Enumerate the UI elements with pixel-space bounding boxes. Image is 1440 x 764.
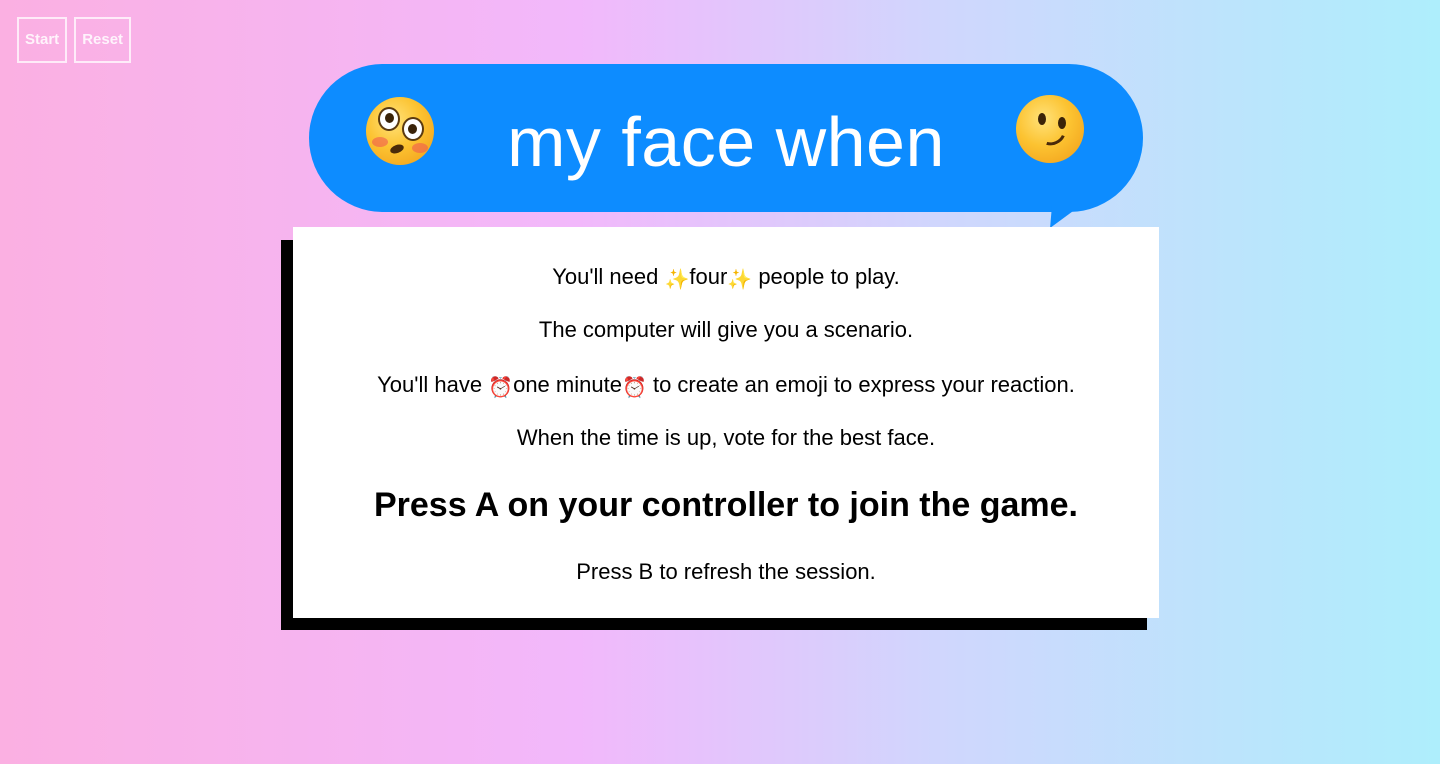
alarm-clock-icon: ⏰ [488, 377, 514, 399]
start-button[interactable]: Start [17, 17, 68, 63]
instruction-highlight: one minute [513, 372, 622, 397]
instruction-scenario: The computer will give you a scenario. [538, 317, 914, 342]
instruction-refresh: Press B to refresh the session. [576, 559, 876, 584]
instruction-highlight: four [689, 264, 728, 289]
sparkles-icon: ✨ [727, 269, 753, 291]
reset-button[interactable]: Reset [74, 17, 132, 63]
instruction-time: You'll have ⏰one minute⏰ to create an em… [293, 371, 1159, 399]
controls: Start Reset [17, 17, 132, 63]
bubble-tail [1048, 206, 1080, 228]
instruction-players: You'll need ✨four✨ people to play. [293, 263, 1159, 291]
smiling-face-icon [1016, 95, 1084, 163]
instruction-text: You'll have [377, 372, 489, 397]
title-bubble: my face when [309, 64, 1143, 212]
instruction-text: You'll need [552, 264, 665, 289]
instruction-text: to create an emoji to express your react… [646, 372, 1075, 397]
instruction-join: Press A on your controller to join the g… [373, 486, 1079, 524]
instruction-text: people to play. [752, 264, 900, 289]
instruction-vote: When the time is up, vote for the best f… [516, 425, 936, 450]
instructions-card: You'll need ✨four✨ people to play. The c… [293, 227, 1159, 618]
sparkles-icon: ✨ [664, 269, 690, 291]
alarm-clock-icon: ⏰ [621, 377, 647, 399]
